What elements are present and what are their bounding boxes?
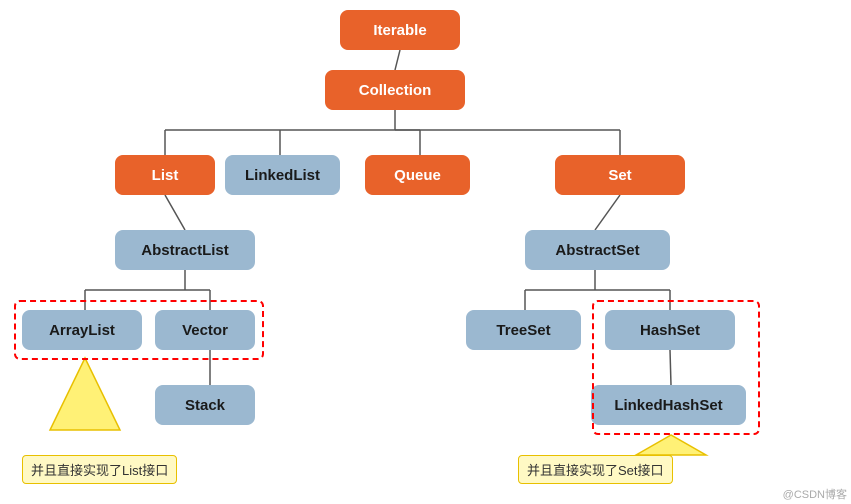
node-iterable: Iterable [340, 10, 460, 50]
node-linkedlist: LinkedList [225, 155, 340, 195]
node-collection: Collection [325, 70, 465, 110]
diagram: Iterable Collection List LinkedList Queu… [0, 0, 851, 504]
node-list: List [115, 155, 215, 195]
tooltip-left: 并且直接实现了List接口 [22, 455, 177, 484]
watermark: @CSDN博客 [783, 486, 847, 502]
node-abstractset: AbstractSet [525, 230, 670, 270]
node-set: Set [555, 155, 685, 195]
tooltip-right: 并且直接实现了Set接口 [518, 455, 673, 484]
node-queue: Queue [365, 155, 470, 195]
node-abstractlist: AbstractList [115, 230, 255, 270]
node-treeset: TreeSet [466, 310, 581, 350]
node-hashset: HashSet [605, 310, 735, 350]
node-stack: Stack [155, 385, 255, 425]
node-vector: Vector [155, 310, 255, 350]
node-linkedhashset: LinkedHashSet [591, 385, 746, 425]
node-arraylist: ArrayList [22, 310, 142, 350]
